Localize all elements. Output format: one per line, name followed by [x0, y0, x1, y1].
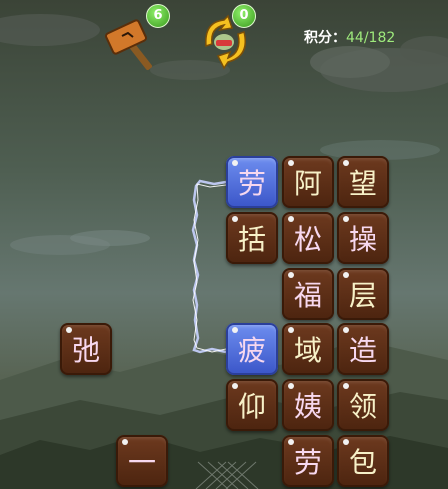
shuffle-powerup-button[interactable]: 0 [194, 4, 268, 76]
score-label: 积分： [304, 30, 346, 46]
tile[interactable]: 疲 [226, 323, 278, 375]
tile[interactable]: 姨 [282, 379, 334, 431]
tile[interactable]: 仰 [226, 379, 278, 431]
tile[interactable]: 福 [282, 268, 334, 320]
tile[interactable]: 望 [337, 156, 389, 208]
score-display: 积分：44/182 [304, 27, 395, 47]
tile[interactable]: 劳 [226, 156, 278, 208]
tile[interactable]: 层 [337, 268, 389, 320]
shuffle-icon [205, 14, 246, 70]
score-value: 44/182 [346, 30, 396, 46]
tile[interactable]: 阿 [282, 156, 334, 208]
tile[interactable]: 包 [337, 435, 389, 487]
tile[interactable]: 操 [337, 212, 389, 264]
tile[interactable]: 造 [337, 323, 389, 375]
tile[interactable]: 括 [226, 212, 278, 264]
tile[interactable]: 弛 [60, 323, 112, 375]
tile[interactable]: 域 [282, 323, 334, 375]
hammer-powerup-button[interactable]: 6 [100, 4, 174, 76]
hammer-count-badge: 6 [146, 4, 170, 28]
tile[interactable]: 松 [282, 212, 334, 264]
game-board: 6 0 积分：44/182 劳 阿 望 括 松 操 福 层 弛 疲 域 造 仰 … [0, 0, 448, 489]
tile[interactable]: 一 [116, 435, 168, 487]
tile[interactable]: 领 [337, 379, 389, 431]
shuffle-count-badge: 0 [232, 4, 256, 28]
tile[interactable]: 劳 [282, 435, 334, 487]
